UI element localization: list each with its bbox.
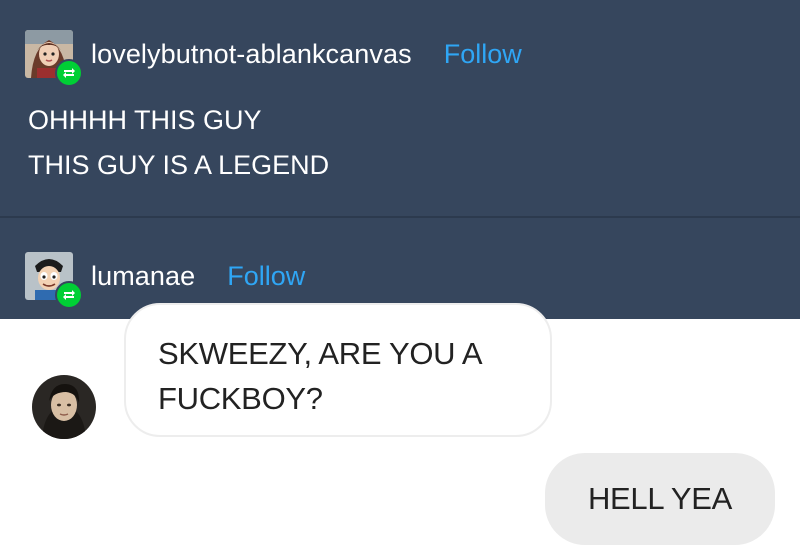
message-text: HELL YEA (587, 481, 733, 516)
reblog-post-1: lovelybutnot-ablankcanvas Follow OHHHH T… (0, 0, 800, 218)
message-text: FUCKBOY? (158, 381, 323, 416)
dashboard-panel: lovelybutnot-ablankcanvas Follow OHHHH T… (0, 0, 800, 319)
follow-button[interactable]: Follow (227, 261, 305, 292)
post-header: lumanae Follow (25, 252, 305, 309)
reblog-icon (55, 59, 83, 87)
blog-username[interactable]: lumanae (91, 261, 195, 292)
outgoing-message-bubble: HELL YEA (545, 453, 775, 545)
blog-username[interactable]: lovelybutnot-ablankcanvas (91, 39, 412, 70)
post-header: lovelybutnot-ablankcanvas Follow (25, 30, 522, 87)
follow-button[interactable]: Follow (444, 39, 522, 70)
blog-avatar[interactable] (25, 252, 83, 309)
incoming-message-bubble: SKWEEZY, ARE YOU A FUCKBOY? (124, 303, 552, 437)
chat-screenshot: SKWEEZY, ARE YOU A FUCKBOY? HELL YEA (0, 303, 800, 546)
reblog-icon (55, 281, 83, 309)
contact-photo-avatar (32, 375, 96, 439)
message-text: SKWEEZY, ARE YOU A (158, 336, 483, 371)
blog-avatar[interactable] (25, 30, 83, 87)
post-text-line: OHHHH THIS GUY (28, 105, 262, 135)
post-text-line: THIS GUY IS A LEGEND (28, 150, 330, 180)
